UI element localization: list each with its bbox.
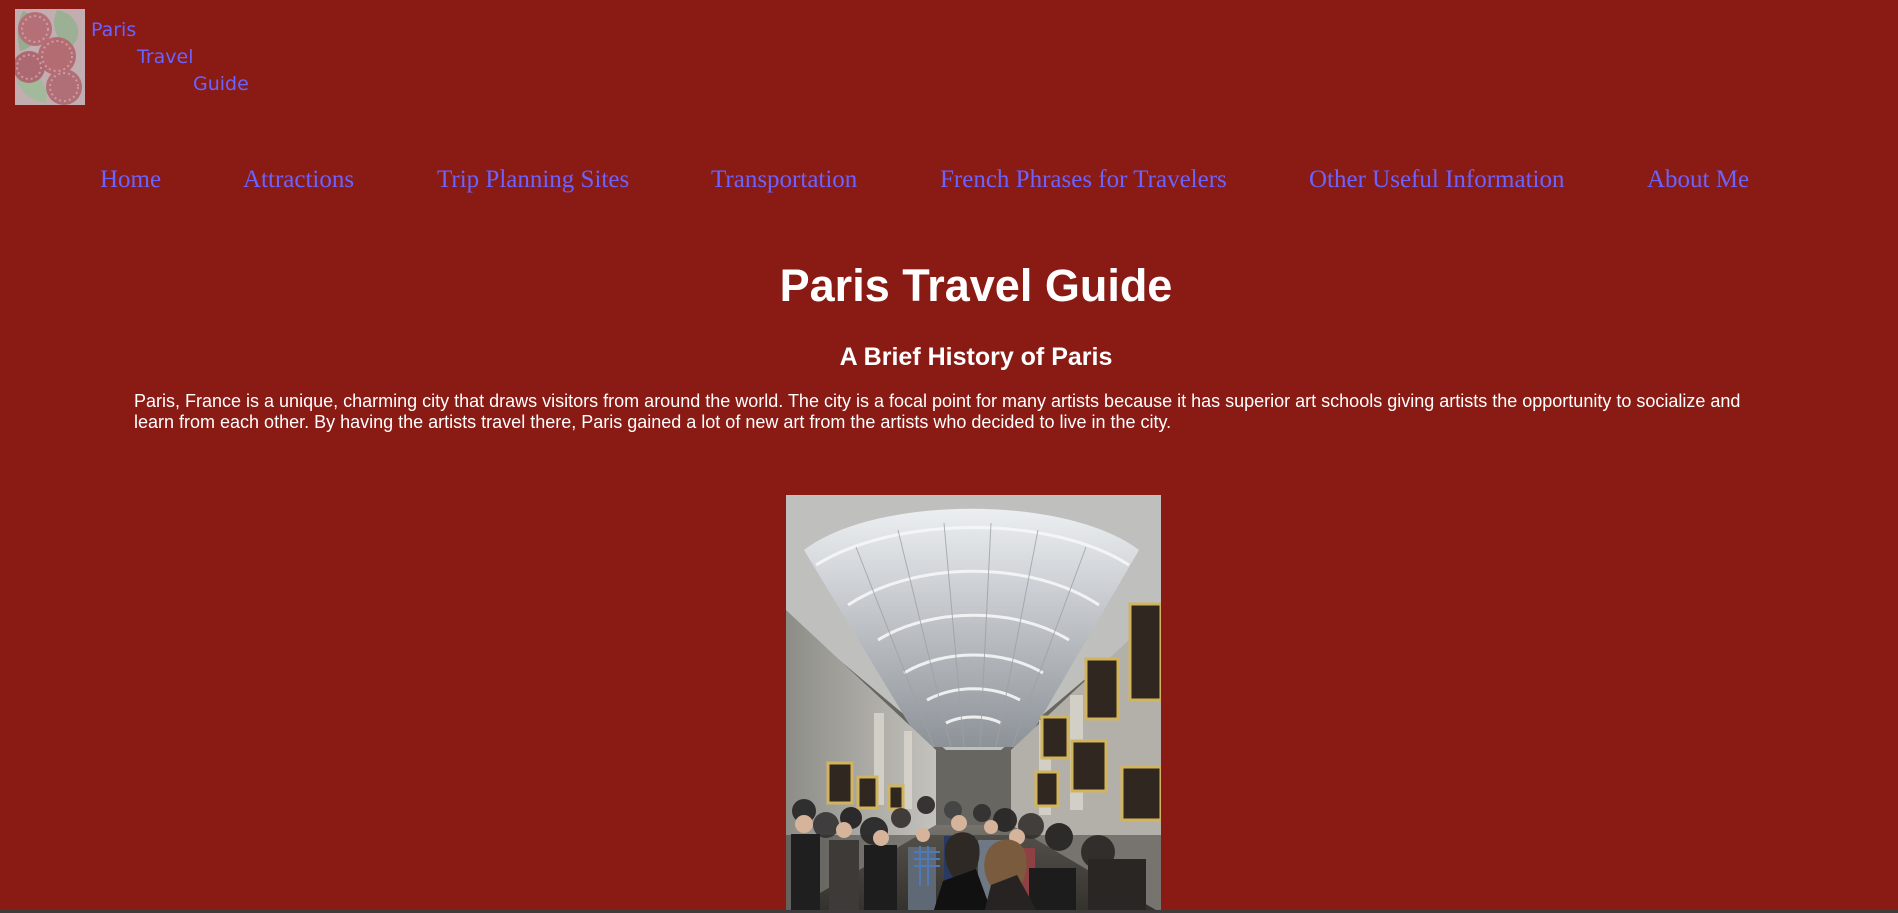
main-navigation: Home Attractions Trip Planning Sites Tra… bbox=[0, 163, 1898, 199]
logo-image bbox=[15, 9, 85, 105]
museum-hall-photo-icon bbox=[786, 495, 1161, 913]
section-heading: A Brief History of Paris bbox=[839, 343, 1113, 371]
fruit-logo-icon bbox=[15, 9, 85, 105]
nav-link-home[interactable]: Home bbox=[100, 163, 161, 197]
logo-text-paris: Paris bbox=[91, 19, 137, 41]
nav-link-french-phrases[interactable]: French Phrases for Travelers bbox=[940, 163, 1227, 197]
site-logo[interactable]: Paris Travel Guide bbox=[15, 9, 255, 107]
louvre-gallery-photo bbox=[786, 495, 1161, 913]
nav-link-transportation[interactable]: Transportation bbox=[711, 163, 857, 197]
logo-text-guide: Guide bbox=[193, 73, 249, 95]
nav-link-about-me[interactable]: About Me bbox=[1647, 163, 1749, 197]
logo-text-travel: Travel bbox=[137, 46, 194, 68]
page-title: Paris Travel Guide bbox=[779, 260, 1173, 311]
history-paragraph: Paris, France is a unique, charming city… bbox=[134, 391, 1741, 432]
nav-link-attractions[interactable]: Attractions bbox=[243, 163, 354, 197]
nav-link-trip-planning-sites[interactable]: Trip Planning Sites bbox=[437, 163, 629, 197]
nav-link-other-useful-information[interactable]: Other Useful Information bbox=[1309, 163, 1564, 197]
